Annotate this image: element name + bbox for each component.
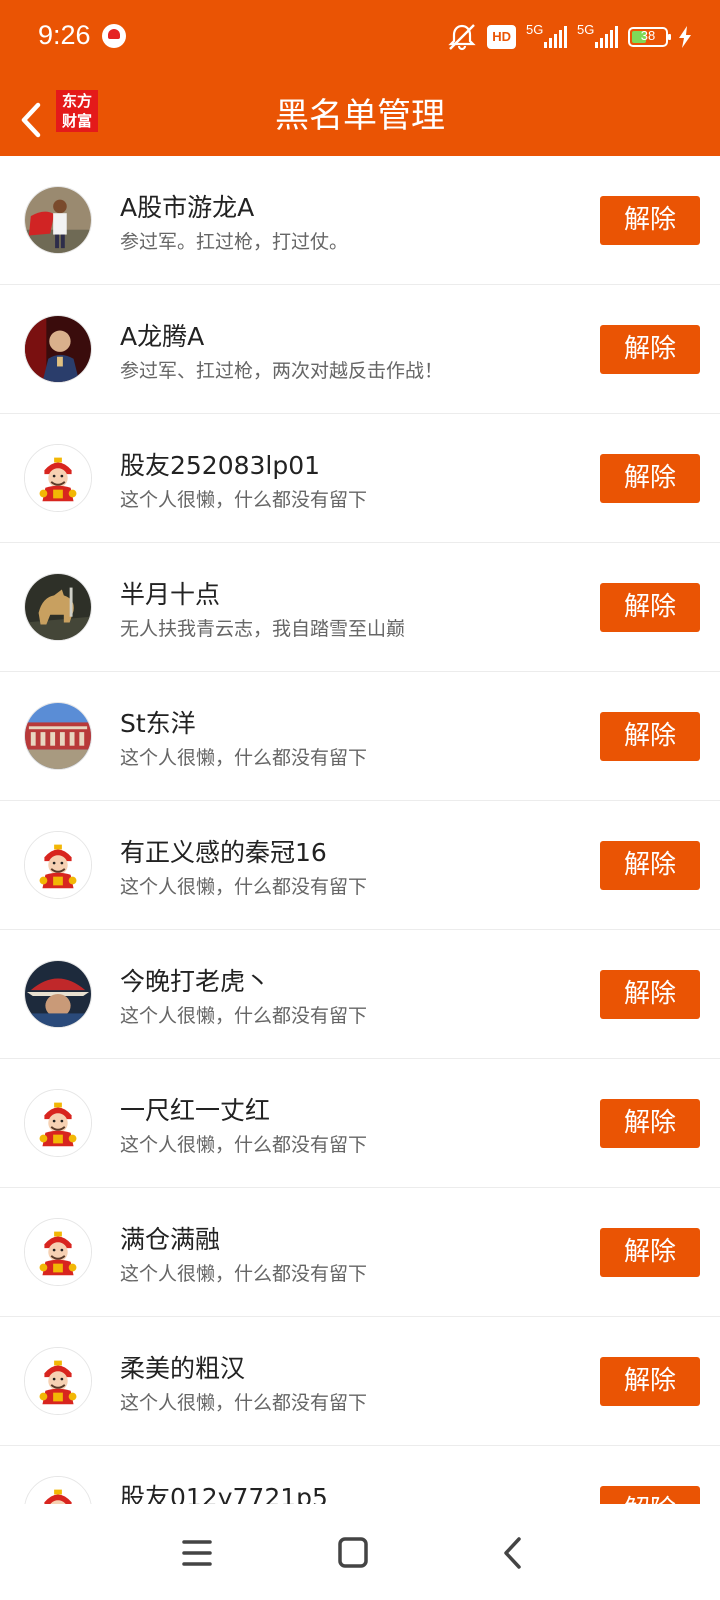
avatar-image [25,832,91,898]
network-label: 5G [577,22,595,37]
avatar[interactable] [24,573,92,641]
avatar-image [25,574,91,640]
home-button[interactable] [328,1528,378,1578]
signal-icon: 5G [526,22,567,48]
menu-button[interactable] [172,1528,222,1578]
user-bio: 这个人很懒，什么都没有留下 [120,489,368,511]
user-bio: 这个人很懒，什么都没有留下 [120,747,368,769]
user-name[interactable]: 有正义感的秦冠16 [120,833,327,869]
battery-level: 38 [640,28,656,43]
user-bio: 这个人很懒，什么都没有留下 [120,1005,368,1027]
blacklist-row: 柔美的粗汉这个人很懒，什么都没有留下 解除 [0,1317,720,1446]
unblock-button[interactable]: 解除 [600,1486,700,1504]
unblock-button[interactable]: 解除 [600,712,700,761]
hd-icon: HD [487,25,516,49]
blacklist-row: 股友012y7721p5 解除 [0,1446,720,1504]
user-bio: 这个人很懒，什么都没有留下 [120,1392,368,1414]
status-time: 9:26 [38,20,91,50]
user-name[interactable]: 柔美的粗汉 [120,1349,245,1385]
home-icon [338,1537,368,1568]
user-name[interactable]: A龙腾A [120,317,204,353]
blacklist: A股市游龙A 参过军。扛过枪，打过仗。 解除 A龙腾A 参过军、扛过枪，两次对越反击作… [0,156,720,1504]
user-bio: 这个人很懒，什么都没有留下 [120,1263,368,1285]
menu-icon [182,1540,212,1566]
avatar[interactable] [24,315,92,383]
blacklist-row: 半月十点无人扶我青云志，我自踏雪至山巅 解除 [0,543,720,672]
avatar[interactable] [24,186,92,254]
system-nav-bar [0,1504,720,1600]
unblock-button[interactable]: 解除 [600,196,700,245]
user-name[interactable]: 今晚打老虎丶 [120,962,270,998]
unblock-button[interactable]: 解除 [600,1099,700,1148]
user-name[interactable]: 一尺红一丈红 [120,1091,270,1127]
avatar[interactable] [24,1218,92,1286]
blacklist-row: 一尺红一丈红这个人很懒，什么都没有留下 解除 [0,1059,720,1188]
system-back-button[interactable] [488,1528,538,1578]
battery-icon: 38 [628,27,671,47]
blacklist-row: 有正义感的秦冠16 这个人很懒，什么都没有留下 解除 [0,801,720,930]
avatar-image [25,1090,91,1156]
unblock-button[interactable]: 解除 [600,325,700,374]
avatar-image [25,445,91,511]
user-name[interactable]: A股市游龙A [120,188,254,224]
avatar-image [25,1348,91,1414]
user-bio: 参过军、扛过枪，两次对越反击作战！ [120,360,444,382]
notification-app-icon [102,24,126,48]
avatar-image [25,187,91,253]
back-icon [504,1537,521,1569]
unblock-button[interactable]: 解除 [600,454,700,503]
blacklist-row: 今晚打老虎丶这个人很懒，什么都没有留下 解除 [0,930,720,1059]
avatar-image [25,961,91,1027]
avatar-image [25,703,91,769]
avatar[interactable] [24,1476,92,1504]
blacklist-row: 满仓满融这个人很懒，什么都没有留下 解除 [0,1188,720,1317]
mute-bell-icon [448,24,476,51]
user-bio: 无人扶我青云志，我自踏雪至山巅 [120,618,406,640]
unblock-button[interactable]: 解除 [600,970,700,1019]
blacklist-row: 股友252083lp01 这个人很懒，什么都没有留下 解除 [0,414,720,543]
avatar[interactable] [24,702,92,770]
unblock-button[interactable]: 解除 [600,1228,700,1277]
unblock-button[interactable]: 解除 [600,583,700,632]
blacklist-row: A龙腾A 参过军、扛过枪，两次对越反击作战！ 解除 [0,285,720,414]
user-bio: 参过军。扛过枪，打过仗。 [120,231,349,253]
app-header: 东方 财富 黑名单管理 [0,78,720,156]
avatar[interactable] [24,444,92,512]
unblock-button[interactable]: 解除 [600,1357,700,1406]
avatar[interactable] [24,1089,92,1157]
user-name[interactable]: St东洋 [120,704,196,740]
avatar[interactable] [24,960,92,1028]
user-name[interactable]: 股友012y7721p5 [120,1478,328,1504]
user-name[interactable]: 满仓满融 [120,1220,220,1256]
user-bio: 这个人很懒，什么都没有留下 [120,1134,368,1156]
avatar-image [25,316,91,382]
blacklist-row: A股市游龙A 参过军。扛过枪，打过仗。 解除 [0,156,720,285]
signal-icon: 5G [577,22,618,48]
user-name[interactable]: 半月十点 [120,575,220,611]
charging-icon [679,26,691,48]
status-bar: 9:26 HD 5G 5G 38 [0,0,720,78]
blacklist-row: St东洋这个人很懒，什么都没有留下 解除 [0,672,720,801]
avatar-image [25,1219,91,1285]
page-title: 黑名单管理 [275,96,445,136]
status-icons: HD 5G 5G 38 [447,22,692,52]
network-label: 5G [526,22,544,37]
user-name[interactable]: 股友252083lp01 [120,446,320,482]
avatar[interactable] [24,1347,92,1415]
user-bio: 这个人很懒，什么都没有留下 [120,876,368,898]
unblock-button[interactable]: 解除 [600,841,700,890]
avatar-image [25,1477,91,1504]
avatar[interactable] [24,831,92,899]
